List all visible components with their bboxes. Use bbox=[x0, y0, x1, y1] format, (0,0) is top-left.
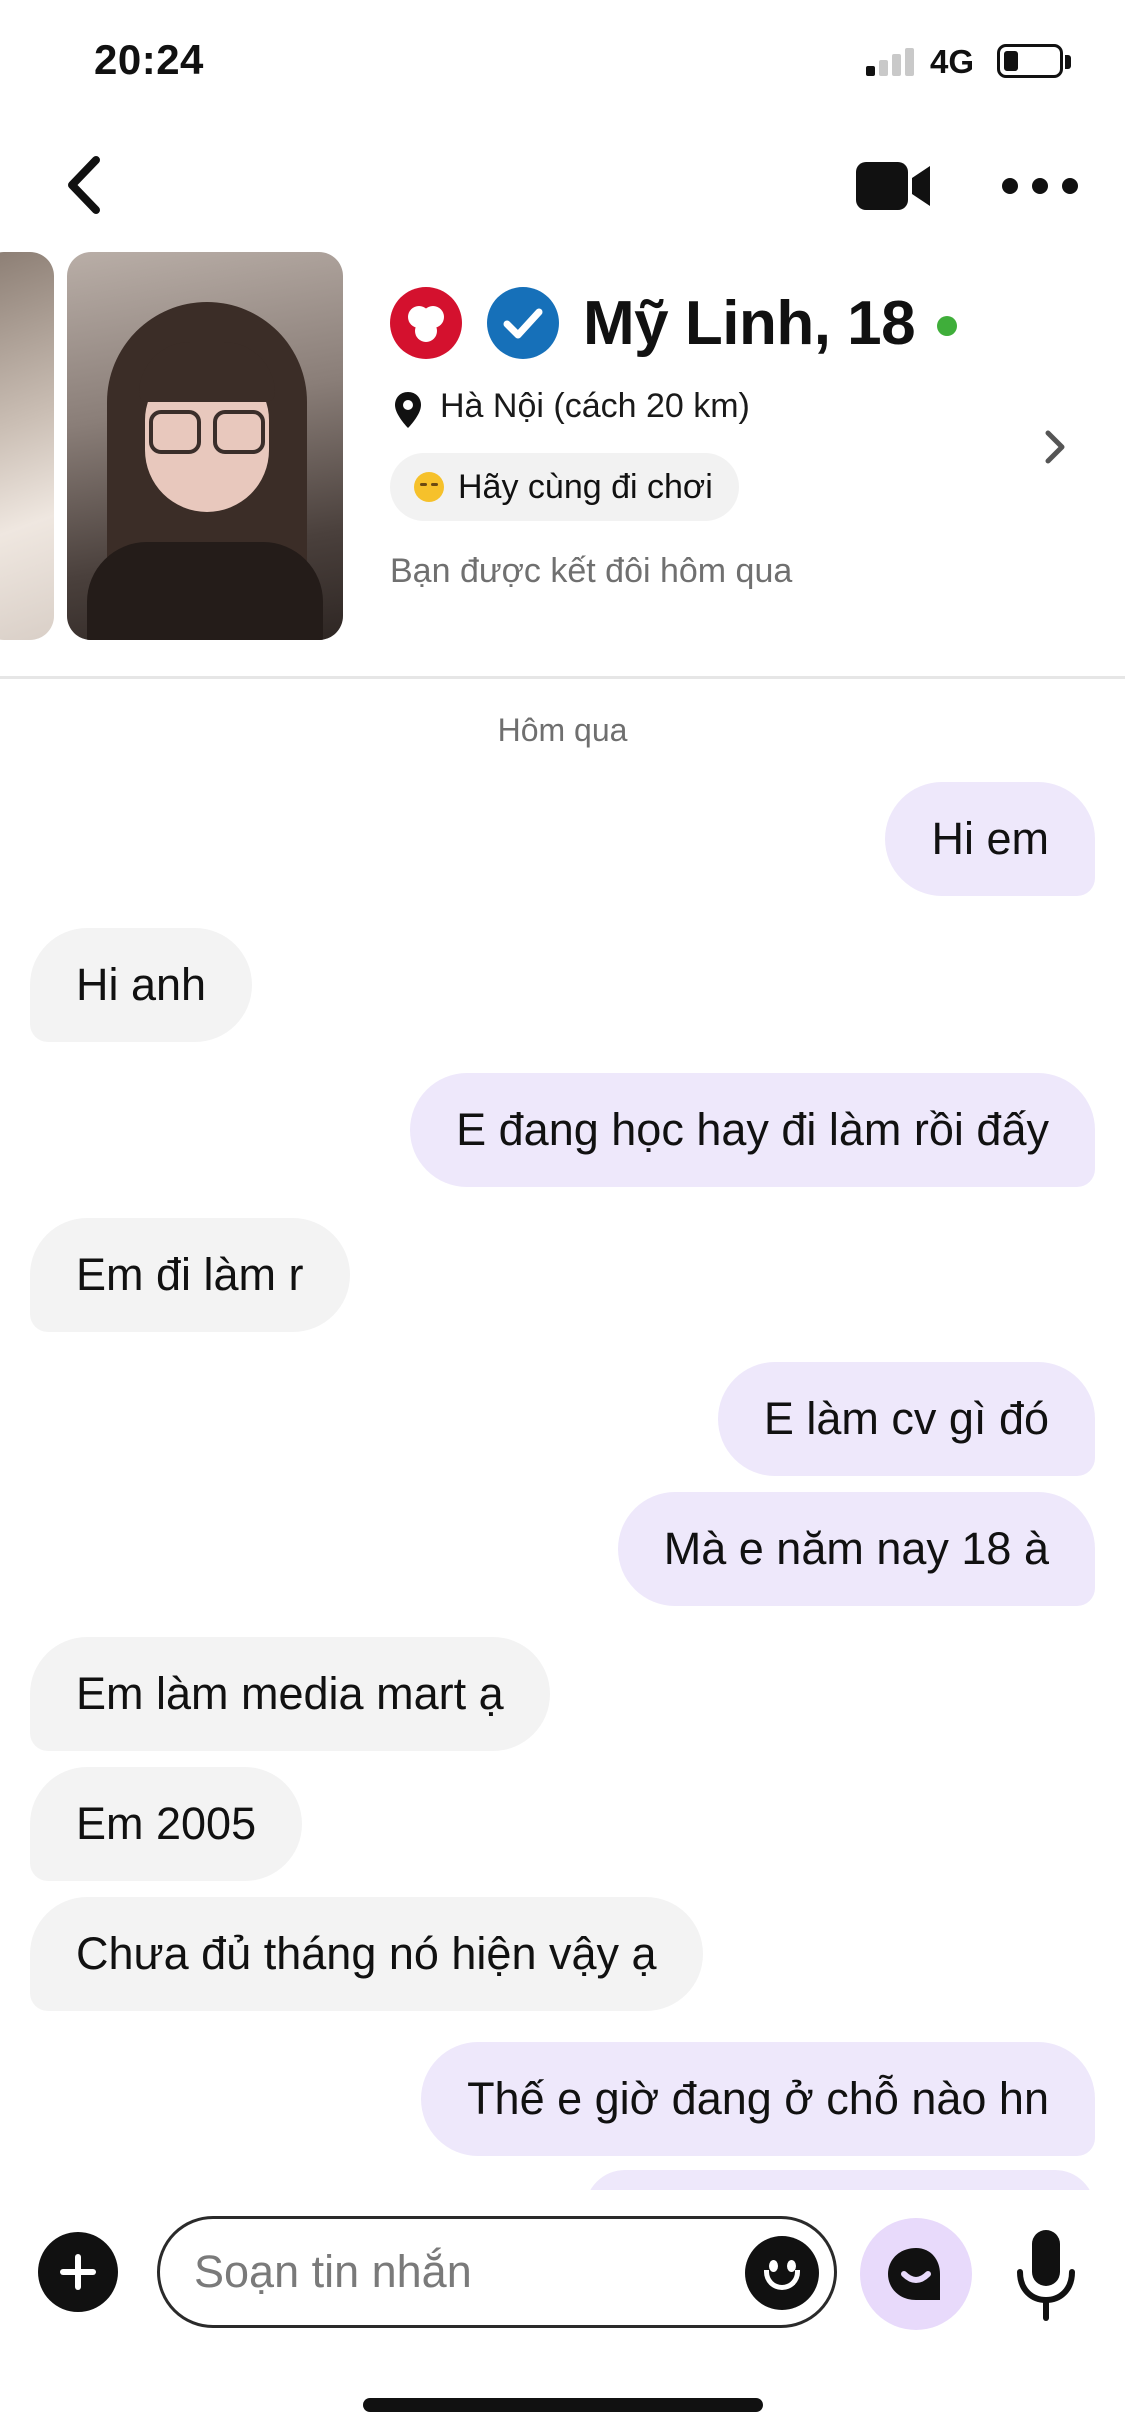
message-incoming[interactable]: Em làm media mart ạ bbox=[30, 1637, 550, 1751]
message-incoming[interactable]: Chưa đủ tháng nó hiện vậy ạ bbox=[30, 1897, 703, 2011]
more-horizontal-icon bbox=[1002, 178, 1078, 194]
profile-photo[interactable] bbox=[67, 252, 343, 640]
online-status-dot bbox=[937, 316, 957, 336]
message-outgoing[interactable]: E đang học hay đi làm rồi đấy bbox=[410, 1073, 1095, 1187]
network-type: 4G bbox=[930, 43, 975, 80]
profile-photo-previous[interactable] bbox=[0, 252, 54, 640]
relieved-face-emoji-icon bbox=[414, 472, 444, 502]
sticker-button[interactable] bbox=[860, 2218, 972, 2330]
message-incoming[interactable]: Em đi làm r bbox=[30, 1218, 350, 1332]
date-separator: Hôm qua bbox=[497, 712, 628, 748]
sticker-icon bbox=[888, 2248, 940, 2300]
status-time: 20:24 bbox=[94, 36, 204, 83]
emoji-button[interactable] bbox=[745, 2236, 819, 2310]
video-call-button[interactable] bbox=[856, 160, 932, 212]
message-input[interactable] bbox=[157, 2216, 837, 2328]
battery-icon bbox=[997, 44, 1063, 78]
message-outgoing[interactable]: Thế e giờ đang ở chỗ nào hn bbox=[421, 2042, 1095, 2156]
back-button[interactable] bbox=[58, 150, 114, 220]
open-profile-button[interactable] bbox=[1040, 427, 1070, 467]
profile-location: Hà Nội (cách 20 km) bbox=[440, 387, 750, 425]
chevron-right-icon bbox=[1045, 430, 1065, 464]
location-pin-icon bbox=[395, 392, 421, 428]
add-attachment-button[interactable] bbox=[38, 2232, 118, 2312]
home-indicator bbox=[363, 2398, 763, 2412]
more-options-button[interactable] bbox=[1000, 170, 1080, 202]
status-pill-text: Hãy cùng đi chơi bbox=[458, 467, 713, 506]
status-bar: 20:24 4G bbox=[0, 0, 1125, 120]
chevron-left-icon bbox=[68, 156, 100, 214]
message-incoming[interactable]: Em 2005 bbox=[30, 1767, 303, 1881]
voice-message-button[interactable] bbox=[1010, 2226, 1082, 2326]
message-outgoing[interactable]: Mà e năm nay 18 à bbox=[617, 1492, 1095, 1606]
verified-badge-icon bbox=[487, 287, 559, 359]
profile-name[interactable]: Mỹ Linh, 18 bbox=[583, 288, 916, 359]
message-incoming[interactable]: Hi anh bbox=[30, 928, 253, 1042]
signal-strength-icon bbox=[866, 48, 916, 76]
header-divider bbox=[0, 676, 1125, 679]
message-outgoing[interactable]: E làm cv gì đó bbox=[717, 1362, 1095, 1476]
message-outgoing[interactable]: Hi em bbox=[885, 782, 1095, 896]
video-camera-icon bbox=[856, 162, 930, 210]
bumble-badge-icon bbox=[390, 287, 462, 359]
microphone-icon bbox=[1017, 2230, 1075, 2321]
match-note: Bạn được kết đôi hôm qua bbox=[390, 552, 793, 590]
status-pill: Hãy cùng đi chơi bbox=[390, 453, 739, 521]
